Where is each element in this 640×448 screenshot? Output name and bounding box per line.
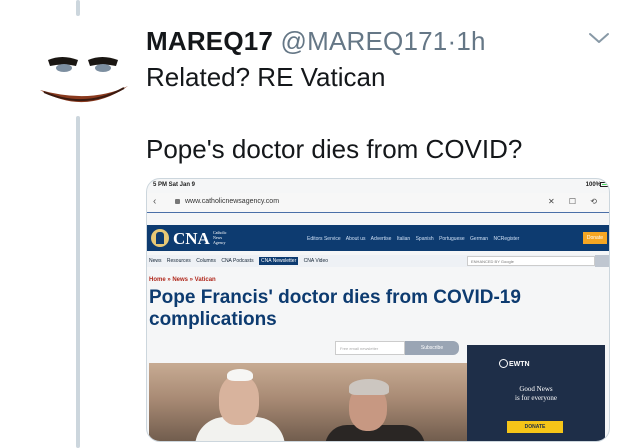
photo-figure-head — [219, 375, 259, 425]
photo-figure-cap — [227, 369, 253, 381]
ewtn-logo: EWTN — [509, 361, 530, 368]
ewtn-ad: EWTN Good News is for everyone DONATE — [467, 345, 605, 441]
cna-headline: Pope Francis' doctor dies from COVID-19 … — [149, 287, 521, 330]
cna-site-header: CNA Catholic News Agency Editors Service… — [147, 225, 609, 251]
cna-nav-item: Spanish — [415, 236, 434, 242]
cna-menu-item: CNA Podcasts — [221, 258, 254, 264]
article-photo — [149, 363, 467, 441]
cna-nav-item: NCRegister — [493, 236, 520, 242]
cna-top-nav: Editors Service About us Advertise Itali… — [307, 236, 523, 242]
tweet-text-line-2: Pope's doctor dies from COVID? — [146, 134, 523, 164]
cna-logo: CNA — [173, 229, 210, 248]
cna-nav-item: Portuguese — [439, 236, 465, 242]
battery-icon — [600, 182, 609, 187]
cna-menu-item: News — [149, 258, 162, 264]
cna-menu-item: Columns — [196, 258, 216, 264]
browser-action-icons: ✕ ☐ ⟲ — [547, 197, 603, 206]
thread-line-bottom — [76, 116, 80, 448]
cna-search-button — [595, 255, 609, 267]
ewtn-logo-icon — [499, 359, 508, 368]
cna-donate-button: Donate — [582, 232, 607, 244]
cna-nav-item: Advertise — [370, 236, 392, 242]
cna-breadcrumb: Home » News » Vatican — [149, 277, 216, 283]
cna-menu-item: Resources — [166, 258, 191, 264]
cna-newsletter-input: Free email newsletter — [335, 341, 405, 355]
timestamp[interactable]: 1h — [456, 26, 485, 56]
cna-menu-item: CNA Video — [303, 258, 329, 264]
cna-logo-sub: Catholic News Agency — [213, 230, 227, 245]
status-battery: 100% — [585, 182, 601, 188]
display-name[interactable]: MAREQ17 — [146, 26, 273, 56]
back-icon: ‹ — [153, 196, 157, 207]
ewtn-ad-text: Good News is for everyone — [467, 385, 605, 403]
lock-icon — [175, 199, 180, 204]
ewtn-ad-line-2: is for everyone — [515, 394, 557, 402]
cna-menu-item-active: CNA Newsletter — [258, 257, 299, 265]
url-text: www.catholicnewsagency.com — [185, 198, 280, 205]
separator-dot: · — [447, 26, 457, 56]
cna-nav-item: Editors Service — [307, 236, 341, 242]
cna-nav-item: About us — [345, 236, 366, 242]
cna-nav-item: Italian — [396, 236, 411, 242]
browser-url-bar: ‹ www.catholicnewsagency.com ✕ ☐ ⟲ — [147, 193, 609, 213]
status-time: 5 PM Sat Jan 9 — [153, 182, 196, 188]
handle[interactable]: @MAREQ171 — [281, 26, 448, 56]
avatar[interactable] — [30, 46, 130, 112]
ipad-status-bar: 5 PM Sat Jan 9 100% — [147, 179, 609, 191]
cna-menu-row: News Resources Columns CNA Podcasts CNA … — [147, 255, 609, 267]
tweet-text-line-1: Related? RE Vatican — [146, 62, 386, 92]
cna-subscribe-button: Subscribe — [405, 341, 459, 355]
chevron-down-icon[interactable] — [588, 30, 610, 46]
thread-line-top — [76, 0, 80, 16]
photo-figure-hair — [349, 379, 389, 395]
ewtn-ad-line-1: Good News — [519, 385, 553, 393]
cna-nav-item: German — [470, 236, 489, 242]
ewtn-donate-button: DONATE — [507, 421, 563, 433]
cna-search-box: ENHANCED BY Google — [467, 256, 595, 266]
tweet-header: MAREQ17 @MAREQ171·1h — [146, 26, 486, 57]
cna-logo-icon — [151, 229, 169, 247]
tweet-media-screenshot[interactable]: 5 PM Sat Jan 9 100% ‹ www.catholicnewsag… — [146, 178, 610, 442]
